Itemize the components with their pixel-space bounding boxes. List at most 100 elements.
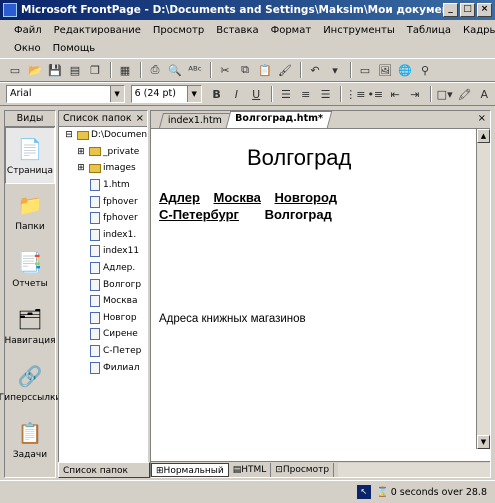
scroll-down-icon[interactable]: ▼ (477, 435, 490, 449)
page-icon: 📄 (17, 137, 43, 161)
view-page[interactable]: 📄 Страница (5, 127, 55, 184)
preview-icon[interactable]: 🔍 (166, 61, 184, 79)
spelling-icon[interactable]: ᴬᴮᶜ (186, 61, 204, 79)
tree-item-label: D:\Documen (91, 130, 147, 141)
chevron-down-icon[interactable]: ▼ (109, 86, 124, 102)
publish-icon[interactable]: ▤ (66, 61, 84, 79)
close-button[interactable]: × (477, 3, 492, 17)
tree-item[interactable]: fphover (61, 210, 147, 227)
tree-item[interactable]: fphover (61, 193, 147, 210)
copy-page-icon[interactable]: ❐ (86, 61, 104, 79)
view-label: Отчеты (12, 279, 48, 289)
expand-icon[interactable]: ⊞ (75, 146, 87, 158)
insert-component-icon[interactable]: ▭ (356, 61, 374, 79)
tab-volgograd[interactable]: Волгоград.htm* (225, 111, 333, 128)
link-moscow[interactable]: Москва (214, 190, 261, 205)
decrease-indent-icon[interactable]: ⇤ (386, 85, 404, 103)
align-right-icon[interactable]: ☰ (317, 85, 335, 103)
view-navigation[interactable]: 🗂 Навигация (4, 298, 55, 355)
italic-icon[interactable]: I (228, 85, 246, 103)
document-tabs: index1.htm Волгоград.htm* × (151, 111, 490, 129)
menu-table[interactable]: Таблица (407, 25, 451, 36)
format-painter-icon[interactable]: 🖌 (276, 61, 294, 79)
tab-html[interactable]: ▤HTML (229, 462, 272, 477)
collapse-icon[interactable]: ⊟ (63, 129, 75, 141)
tree-item[interactable]: index11 (61, 243, 147, 260)
tab-normal[interactable]: ⊞Нормальный (151, 462, 229, 477)
size-select[interactable]: 6 (24 pt) ▼ (130, 85, 202, 103)
link-adler[interactable]: Адлер (159, 190, 200, 205)
hyperlink-icon[interactable]: ⚲ (416, 61, 434, 79)
tree-item[interactable]: Адлер. (61, 260, 147, 277)
web-icon[interactable]: 🌐 (396, 61, 414, 79)
menu-frames[interactable]: Кадры (463, 25, 495, 36)
save-icon[interactable]: 💾 (46, 61, 64, 79)
numbering-icon[interactable]: ⋮≡ (345, 85, 365, 103)
chevron-down-icon[interactable]: ▼ (186, 86, 201, 102)
maximize-button[interactable]: □ (460, 3, 475, 17)
page-content[interactable]: Волгоград Адлер Москва Новгород С-Петерб… (159, 135, 469, 435)
tree-item[interactable]: index1. (61, 227, 147, 244)
close-icon[interactable]: × (136, 111, 144, 127)
copy-icon[interactable]: ⧉ (236, 61, 254, 79)
menu-format[interactable]: Формат (271, 25, 312, 36)
minimize-button[interactable]: _ (443, 3, 458, 17)
bold-icon[interactable]: B (208, 85, 226, 103)
undo-icon[interactable]: ↶ (306, 61, 324, 79)
underline-icon[interactable]: U (247, 85, 265, 103)
tab-preview[interactable]: ⊡Просмотр (271, 462, 335, 477)
print-icon[interactable]: ⎙ (146, 61, 164, 79)
tree-item-root[interactable]: ⊟ D:\Documen (61, 127, 147, 144)
open-icon[interactable]: 📂 (26, 61, 44, 79)
increase-indent-icon[interactable]: ⇥ (406, 85, 424, 103)
new-page-icon[interactable]: ▭ (6, 61, 24, 79)
tree-item[interactable]: Сиренe (61, 326, 147, 343)
view-hyperlinks[interactable]: 🔗 Гиперссылки (0, 355, 61, 412)
page-editor: index1.htm Волгоград.htm* × Волгоград Ад… (150, 110, 491, 478)
highlight-icon[interactable]: 🖍 (456, 85, 474, 103)
view-tasks[interactable]: 📋 Задачи (5, 412, 55, 469)
align-center-icon[interactable]: ≡ (297, 85, 315, 103)
menu-help[interactable]: Помощь (53, 43, 96, 54)
tree-item[interactable]: Новгор (61, 310, 147, 327)
menu-file[interactable]: Файл (14, 25, 42, 36)
tree-item[interactable]: 1.htm (61, 177, 147, 194)
menu-insert[interactable]: Вставка (216, 25, 258, 36)
menu-view[interactable]: Просмотр (153, 25, 204, 36)
view-folders[interactable]: 📁 Папки (5, 184, 55, 241)
tab-index1[interactable]: index1.htm (158, 113, 232, 128)
font-select[interactable]: Arial ▼ (6, 85, 125, 103)
paste-icon[interactable]: 📋 (256, 61, 274, 79)
insert-picture-icon[interactable]: 🖼 (376, 61, 394, 79)
close-icon[interactable]: × (478, 113, 486, 124)
view-reports[interactable]: 📑 Отчеты (5, 241, 55, 298)
toggle-pane-icon[interactable]: ▦ (116, 61, 134, 79)
horizontal-scrollbar[interactable] (338, 462, 490, 477)
tree-item-label: _private (103, 146, 140, 157)
menu-window[interactable]: Окно (14, 43, 41, 54)
tree-item[interactable]: ⊞ _private (61, 144, 147, 161)
toolbar-separator (110, 62, 112, 78)
tree-item[interactable]: Волгогр (61, 276, 147, 293)
tree-item-label: Адлер. (103, 263, 136, 274)
link-spb[interactable]: С-Петербург (159, 207, 239, 222)
folder-icon (89, 146, 101, 158)
align-left-icon[interactable]: ☰ (277, 85, 295, 103)
folder-list-tab[interactable]: Список папок (58, 462, 150, 478)
tab-label: Нормальный (163, 465, 224, 476)
menu-edit[interactable]: Редактирование (54, 25, 141, 36)
font-color-icon[interactable]: A (475, 85, 493, 103)
tree-item[interactable]: Филиал (61, 359, 147, 376)
bullets-icon[interactable]: •≡ (366, 85, 384, 103)
tree-item[interactable]: С-Петер (61, 343, 147, 360)
link-novgorod[interactable]: Новгород (275, 190, 337, 205)
redo-icon[interactable]: ▾ (326, 61, 344, 79)
tree-item[interactable]: Москва (61, 293, 147, 310)
cut-icon[interactable]: ✂ (216, 61, 234, 79)
tree-item[interactable]: ⊞ images (61, 160, 147, 177)
scroll-up-icon[interactable]: ▲ (477, 129, 490, 143)
menu-tools[interactable]: Инструменты (323, 25, 395, 36)
vertical-scrollbar[interactable]: ▲ ▼ (476, 129, 490, 449)
borders-icon[interactable]: □▾ (436, 85, 454, 103)
expand-icon[interactable]: ⊞ (75, 162, 87, 174)
